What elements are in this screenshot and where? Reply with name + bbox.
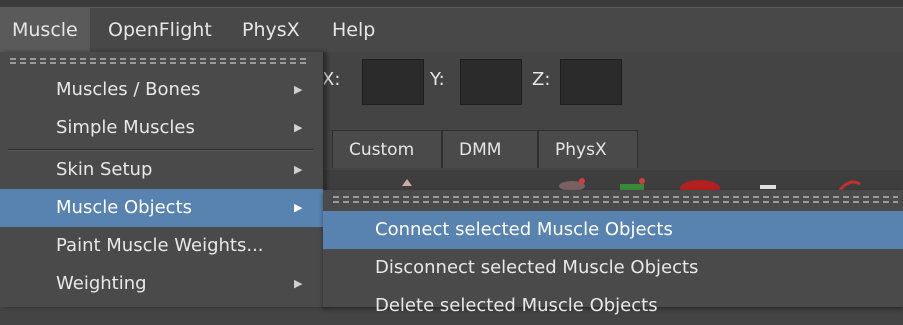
- muscle-objects-submenu: Connect selected Muscle Objects Disconne…: [323, 190, 903, 316]
- menu-item-label: Weighting: [56, 273, 147, 294]
- submenu-arrow-icon: ▶: [294, 163, 303, 176]
- submenu-item-delete[interactable]: Delete selected Muscle Objects: [323, 287, 903, 325]
- y-label: Y:: [430, 69, 445, 90]
- menu-item-skin-setup[interactable]: Skin Setup ▶: [0, 151, 323, 189]
- x-input[interactable]: [362, 59, 424, 105]
- submenu-arrow-icon: ▶: [294, 121, 303, 134]
- muscle-menu: Muscles / Bones ▶ Simple Muscles ▶ Skin …: [0, 52, 324, 307]
- tab-custom[interactable]: Custom: [332, 130, 442, 168]
- submenu-tearoff-line: [333, 201, 898, 203]
- window-top-border: [0, 0, 903, 8]
- tab-physx[interactable]: PhysX: [538, 130, 638, 168]
- submenu-arrow-icon: ▶: [294, 201, 303, 214]
- menu-item-simple-muscles[interactable]: Simple Muscles ▶: [0, 109, 323, 147]
- menu-item-label: Paint Muscle Weights...: [56, 235, 264, 256]
- menu-openflight[interactable]: OpenFlight: [96, 8, 224, 52]
- menu-item-muscles-bones[interactable]: Muscles / Bones ▶: [0, 71, 323, 109]
- shelf-icons: [318, 170, 903, 192]
- x-label: X:: [322, 69, 341, 90]
- submenu-item-label: Connect selected Muscle Objects: [375, 219, 673, 240]
- submenu-item-label: Disconnect selected Muscle Objects: [375, 257, 699, 278]
- y-input[interactable]: [460, 59, 522, 105]
- menu-bar: Muscle OpenFlight PhysX Help: [0, 8, 903, 52]
- z-input[interactable]: [560, 59, 622, 105]
- submenu-arrow-icon: ▶: [294, 83, 303, 96]
- menu-tearoff[interactable]: [10, 58, 310, 66]
- menu-item-label: Simple Muscles: [56, 117, 195, 138]
- submenu-tearoff[interactable]: [333, 196, 898, 198]
- submenu-item-connect[interactable]: Connect selected Muscle Objects: [323, 211, 903, 249]
- z-label: Z:: [532, 69, 551, 90]
- tab-dmm[interactable]: DMM: [442, 130, 538, 168]
- menu-physx[interactable]: PhysX: [230, 8, 312, 52]
- menu-item-paint-muscle-weights[interactable]: Paint Muscle Weights...: [0, 227, 323, 265]
- menu-muscle[interactable]: Muscle: [0, 8, 90, 52]
- submenu-arrow-icon: ▶: [294, 277, 303, 290]
- menu-item-label: Muscle Objects: [56, 197, 193, 218]
- menu-item-label: Muscles / Bones: [56, 79, 201, 100]
- submenu-item-disconnect[interactable]: Disconnect selected Muscle Objects: [323, 249, 903, 287]
- submenu-item-label: Delete selected Muscle Objects: [375, 295, 658, 316]
- menu-help[interactable]: Help: [320, 8, 387, 52]
- menu-item-muscle-objects[interactable]: Muscle Objects ▶: [0, 189, 323, 227]
- menu-item-label: Skin Setup: [56, 159, 153, 180]
- menu-item-weighting[interactable]: Weighting ▶: [0, 265, 323, 303]
